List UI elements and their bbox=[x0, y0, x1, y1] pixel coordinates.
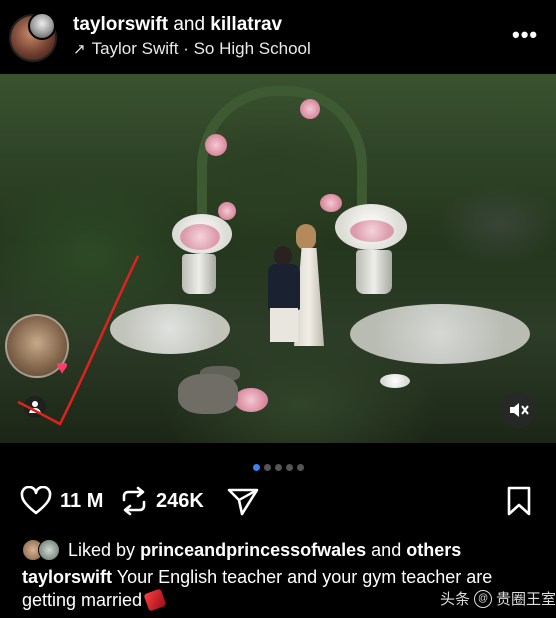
send-icon bbox=[227, 488, 259, 516]
watermark: 头条 @ 贵圈王室 bbox=[440, 588, 556, 609]
carousel-dot bbox=[274, 464, 282, 471]
watermark-logo: @ bbox=[474, 589, 493, 608]
music-title: Taylor Swift · So High School bbox=[91, 39, 311, 58]
repost-count: 246K bbox=[156, 489, 204, 512]
action-bar: 11 M 246K bbox=[0, 478, 556, 524]
username-collab[interactable]: killatrav bbox=[210, 14, 282, 35]
and-label: and bbox=[173, 14, 206, 35]
carousel-dot bbox=[285, 464, 293, 471]
liker-avatar bbox=[38, 539, 60, 561]
share-button[interactable] bbox=[227, 486, 259, 516]
post-header: taylorswift and killatrav ↗ Taylor Swift … bbox=[0, 0, 556, 74]
caption-username[interactable]: taylorswift bbox=[22, 567, 112, 587]
watermark-right: 贵圈王室 bbox=[496, 591, 556, 608]
repost-button[interactable]: 246K bbox=[120, 486, 204, 516]
bookmark-icon bbox=[507, 486, 531, 516]
carousel-indicator bbox=[0, 458, 556, 471]
repost-icon bbox=[122, 486, 146, 516]
carousel-dot bbox=[263, 464, 271, 471]
liked-by[interactable]: Liked by princeandprincessofwales and ot… bbox=[22, 539, 461, 561]
carousel-dot bbox=[296, 464, 304, 471]
liked-by-prefix: Liked by bbox=[68, 539, 136, 560]
liked-by-and: and bbox=[371, 539, 402, 560]
like-button[interactable]: 11 M bbox=[20, 486, 103, 516]
arrow-up-right-icon: ↗ bbox=[73, 41, 86, 58]
liked-by-others[interactable]: others bbox=[406, 540, 461, 560]
more-options-icon[interactable]: ••• bbox=[512, 22, 538, 48]
heart-outline-icon bbox=[20, 486, 52, 515]
firecracker-emoji-icon bbox=[143, 588, 167, 612]
save-button[interactable] bbox=[506, 486, 532, 516]
carousel-dot bbox=[252, 464, 260, 471]
collab-avatar[interactable] bbox=[28, 12, 56, 40]
liked-by-user[interactable]: princeandprincessofwales bbox=[140, 540, 366, 560]
username-primary[interactable]: taylorswift bbox=[73, 14, 168, 35]
watermark-left: 头条 bbox=[440, 591, 471, 608]
post-media[interactable]: ♥ bbox=[0, 74, 556, 443]
red-annotation-line bbox=[17, 255, 140, 426]
like-count: 11 M bbox=[60, 489, 104, 512]
post-authors: taylorswift and killatrav bbox=[73, 14, 282, 36]
music-link[interactable]: ↗ Taylor Swift · So High School bbox=[73, 39, 311, 59]
